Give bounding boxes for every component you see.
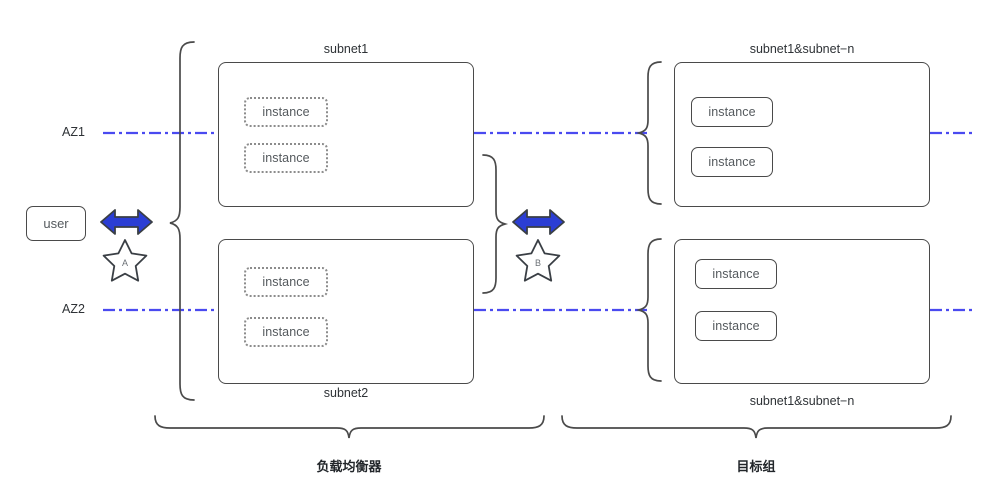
az2-label: AZ2 <box>62 302 85 316</box>
target-group-label: 目标组 <box>736 459 776 474</box>
bidirectional-arrow-b <box>512 209 565 235</box>
lb-group-brace <box>154 415 545 439</box>
lb-right-brace <box>482 154 509 294</box>
tg-subnet-top-caption: subnet1&subnet−n <box>749 42 855 56</box>
subnet2-caption: subnet2 <box>323 386 369 400</box>
star-a-letter: A <box>122 258 128 268</box>
instance-label: instance <box>708 105 756 119</box>
lb-subnet1-box[interactable]: instance instance <box>218 62 474 207</box>
subnet1-caption: subnet1 <box>323 42 369 56</box>
bidirectional-arrow-a <box>100 209 153 235</box>
tg-subnet-top-box[interactable]: instance instance <box>674 62 930 207</box>
az1-label: AZ1 <box>62 125 85 139</box>
tg-subnet-bottom-box[interactable]: instance instance <box>674 239 930 384</box>
star-b-letter: B <box>535 258 541 268</box>
lb-subnet2-box[interactable]: instance instance <box>218 239 474 384</box>
user-node[interactable]: user <box>26 206 86 241</box>
instance-label: instance <box>262 325 310 339</box>
user-label: user <box>43 216 69 231</box>
load-balancer-group-label: 负载均衡器 <box>316 459 382 474</box>
tg-subnet-bottom-caption: subnet1&subnet−n <box>749 394 855 408</box>
instance-label: instance <box>262 275 310 289</box>
tg-group-brace <box>561 415 952 439</box>
lb-subnet1-instance-1[interactable]: instance <box>244 97 328 127</box>
lb-subnet1-instance-2[interactable]: instance <box>244 143 328 173</box>
lb-subnet2-instance-1[interactable]: instance <box>244 267 328 297</box>
tg-bottom-instance-2[interactable]: instance <box>695 311 777 341</box>
lb-left-brace <box>169 41 195 401</box>
tg-top-instance-1[interactable]: instance <box>691 97 773 127</box>
tg-bottom-instance-1[interactable]: instance <box>695 259 777 289</box>
diagram-canvas: .brace { fill: none; stroke: #4a4a4a; st… <box>0 0 1005 500</box>
instance-label: instance <box>708 155 756 169</box>
star-marker-a: A <box>102 239 148 282</box>
lb-subnet2-instance-2[interactable]: instance <box>244 317 328 347</box>
instance-label: instance <box>262 105 310 119</box>
instance-label: instance <box>262 151 310 165</box>
instance-label: instance <box>712 267 760 281</box>
star-marker-b: B <box>515 239 561 282</box>
instance-label: instance <box>712 319 760 333</box>
tg-top-instance-2[interactable]: instance <box>691 147 773 177</box>
